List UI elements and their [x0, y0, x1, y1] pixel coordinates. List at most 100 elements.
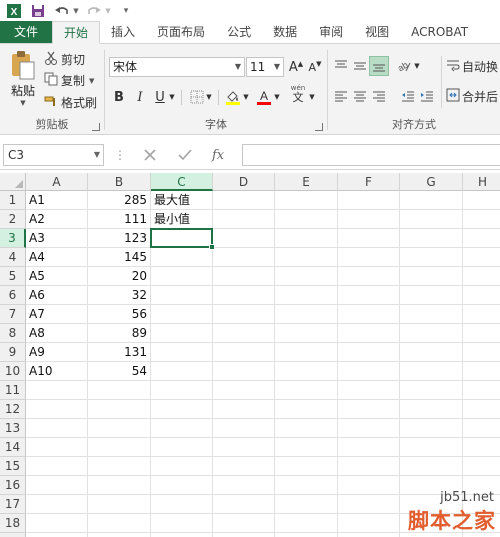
- cell-g12[interactable]: [400, 400, 463, 419]
- undo-icon[interactable]: [52, 1, 72, 21]
- cell-e19[interactable]: [275, 533, 338, 537]
- tab-review[interactable]: 审阅: [308, 21, 354, 43]
- cell-f5[interactable]: [338, 267, 400, 286]
- cell-b4[interactable]: 145: [88, 248, 151, 267]
- align-right-button[interactable]: [369, 86, 389, 106]
- cell-d15[interactable]: [213, 457, 275, 476]
- cell-c1[interactable]: 最大值: [151, 191, 213, 210]
- cell-g13[interactable]: [400, 419, 463, 438]
- column-header-e[interactable]: E: [275, 173, 338, 191]
- cell-d7[interactable]: [213, 305, 275, 324]
- cell-c7[interactable]: [151, 305, 213, 324]
- cell-f4[interactable]: [338, 248, 400, 267]
- cell-g3[interactable]: [400, 229, 463, 248]
- align-center-button[interactable]: [350, 86, 370, 106]
- underline-dropdown-icon[interactable]: ▼: [167, 87, 177, 107]
- increase-indent-button[interactable]: [417, 86, 437, 106]
- cell-h5[interactable]: [463, 267, 500, 286]
- cell-e17[interactable]: [275, 495, 338, 514]
- merge-center-button[interactable]: 合并后: [446, 88, 498, 105]
- cell-h6[interactable]: [463, 286, 500, 305]
- cell-d3[interactable]: [213, 229, 275, 248]
- cell-e12[interactable]: [275, 400, 338, 419]
- cell-g1[interactable]: [400, 191, 463, 210]
- cell-a8[interactable]: A8: [26, 324, 88, 343]
- cell-f7[interactable]: [338, 305, 400, 324]
- cell-b3[interactable]: 123: [88, 229, 151, 248]
- row-header-3[interactable]: 3: [0, 229, 26, 248]
- paste-button[interactable]: 粘贴 ▼: [6, 50, 40, 107]
- tab-page-layout[interactable]: 页面布局: [146, 21, 216, 43]
- cell-f12[interactable]: [338, 400, 400, 419]
- cell-c5[interactable]: [151, 267, 213, 286]
- cell-g4[interactable]: [400, 248, 463, 267]
- cell-c14[interactable]: [151, 438, 213, 457]
- cell-d14[interactable]: [213, 438, 275, 457]
- cell-e4[interactable]: [275, 248, 338, 267]
- formula-input[interactable]: [242, 144, 500, 166]
- column-header-h[interactable]: H: [463, 173, 500, 191]
- tab-file[interactable]: 文件: [0, 21, 53, 43]
- cell-c11[interactable]: [151, 381, 213, 400]
- cell-b10[interactable]: 54: [88, 362, 151, 381]
- cell-b17[interactable]: [88, 495, 151, 514]
- cell-h10[interactable]: [463, 362, 500, 381]
- cell-b5[interactable]: 20: [88, 267, 151, 286]
- cell-d2[interactable]: [213, 210, 275, 229]
- clipboard-launcher-icon[interactable]: [92, 123, 100, 131]
- redo-dropdown-icon[interactable]: ▼: [104, 1, 112, 21]
- row-header-2[interactable]: 2: [0, 210, 26, 229]
- borders-dropdown-icon[interactable]: ▼: [204, 87, 214, 107]
- cell-h2[interactable]: [463, 210, 500, 229]
- column-header-c[interactable]: C: [151, 173, 213, 191]
- cell-b2[interactable]: 111: [88, 210, 151, 229]
- cell-h7[interactable]: [463, 305, 500, 324]
- cell-d6[interactable]: [213, 286, 275, 305]
- cell-b16[interactable]: [88, 476, 151, 495]
- orientation-dropdown-icon[interactable]: ▼: [412, 56, 422, 76]
- cell-a4[interactable]: A4: [26, 248, 88, 267]
- cell-b14[interactable]: [88, 438, 151, 457]
- row-header-8[interactable]: 8: [0, 324, 26, 343]
- cell-e6[interactable]: [275, 286, 338, 305]
- cell-e7[interactable]: [275, 305, 338, 324]
- cell-d17[interactable]: [213, 495, 275, 514]
- cancel-icon[interactable]: [137, 144, 163, 166]
- cell-b18[interactable]: [88, 514, 151, 533]
- cell-d1[interactable]: [213, 191, 275, 210]
- row-header-13[interactable]: 13: [0, 419, 26, 438]
- cell-f19[interactable]: [338, 533, 400, 537]
- cell-h8[interactable]: [463, 324, 500, 343]
- cell-d18[interactable]: [213, 514, 275, 533]
- row-header-4[interactable]: 4: [0, 248, 26, 267]
- cell-b12[interactable]: [88, 400, 151, 419]
- column-header-f[interactable]: F: [338, 173, 400, 191]
- cell-b1[interactable]: 285: [88, 191, 151, 210]
- cell-a19[interactable]: [26, 533, 88, 537]
- align-left-button[interactable]: [331, 86, 351, 106]
- row-header-1[interactable]: 1: [0, 191, 26, 210]
- select-all-button[interactable]: [0, 173, 26, 191]
- cell-e8[interactable]: [275, 324, 338, 343]
- row-header-6[interactable]: 6: [0, 286, 26, 305]
- cell-b15[interactable]: [88, 457, 151, 476]
- cell-e2[interactable]: [275, 210, 338, 229]
- cell-c16[interactable]: [151, 476, 213, 495]
- font-size-select[interactable]: 11 ▼: [246, 57, 284, 77]
- wrap-text-button[interactable]: 自动换: [446, 58, 498, 75]
- row-header-14[interactable]: 14: [0, 438, 26, 457]
- row-header-11[interactable]: 11: [0, 381, 26, 400]
- row-header-17[interactable]: 17: [0, 495, 26, 514]
- cell-d11[interactable]: [213, 381, 275, 400]
- fill-handle[interactable]: [209, 244, 215, 250]
- cell-b7[interactable]: 56: [88, 305, 151, 324]
- cell-g10[interactable]: [400, 362, 463, 381]
- cell-a3[interactable]: A3: [26, 229, 88, 248]
- fill-color-dropdown-icon[interactable]: ▼: [241, 87, 251, 107]
- tab-data[interactable]: 数据: [262, 21, 308, 43]
- cell-c9[interactable]: [151, 343, 213, 362]
- cell-f13[interactable]: [338, 419, 400, 438]
- copy-button[interactable]: 复制 ▼: [44, 72, 94, 89]
- enter-icon[interactable]: [172, 144, 198, 166]
- cell-c6[interactable]: [151, 286, 213, 305]
